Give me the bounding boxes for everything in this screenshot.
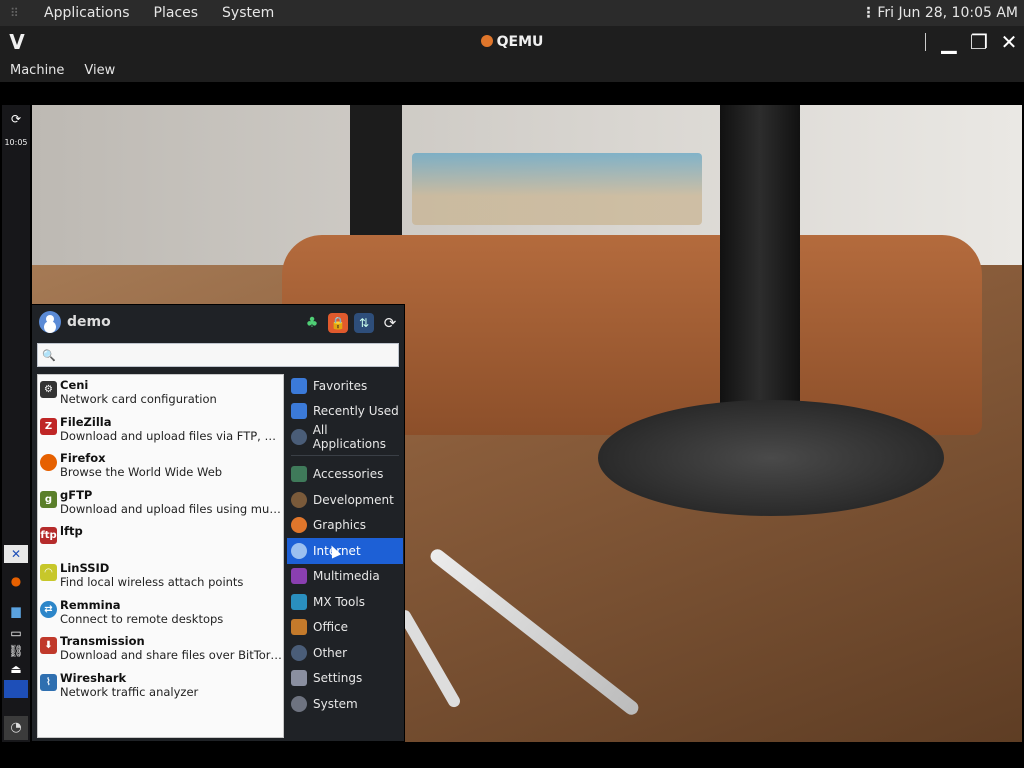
wireshark-icon: ⌇: [40, 673, 57, 691]
guest-side-panel: ⟳ 10:05 ✕ ● ▆ ▭ ⛓ ⏏ ◔: [2, 105, 30, 742]
category-internet[interactable]: Internet: [287, 538, 403, 564]
user-avatar-icon: [39, 311, 61, 333]
lock-screen-icon[interactable]: 🔒: [328, 313, 348, 333]
system-icon: [291, 695, 307, 712]
category-favorites[interactable]: Favorites: [287, 373, 403, 399]
settings-manager-icon[interactable]: ♣: [302, 313, 322, 333]
mx-tools-icon: [291, 593, 307, 610]
whisker-menu: demo ♣ 🔒 ⇅ ⟳ 🔍 ⚙ Ceni Network card confi…: [31, 304, 405, 742]
terminal-launcher-icon[interactable]: ✕: [4, 545, 28, 563]
category-other[interactable]: Other: [287, 640, 403, 666]
lftp-icon: ftp: [40, 527, 57, 545]
other-icon: [291, 644, 307, 661]
remmina-icon: ⇄: [40, 600, 57, 618]
app-item-wireshark[interactable]: ⌇ Wireshark Network traffic analyzer: [38, 668, 283, 705]
category-multimedia[interactable]: Multimedia: [287, 564, 403, 590]
minimize-icon[interactable]: ▁: [934, 27, 964, 57]
accessories-icon: [291, 466, 307, 483]
host-clock[interactable]: Fri Jun 28, 10:05 AM: [877, 5, 1018, 21]
panel-grip-icon: ⠿: [10, 6, 19, 20]
recently-used-icon: [291, 403, 307, 420]
development-icon: [291, 491, 307, 508]
network-tray-icon[interactable]: ⛓: [4, 642, 28, 660]
panel-options-icon[interactable]: ⋮: [861, 5, 875, 21]
filezilla-icon: Z: [40, 417, 57, 435]
switch-user-icon[interactable]: ⇅: [354, 313, 374, 333]
view-menu[interactable]: View: [74, 63, 125, 78]
transmission-icon: ⬇: [40, 637, 57, 655]
office-icon: [291, 619, 307, 636]
window-title: QEMU: [0, 34, 1024, 50]
machine-menu[interactable]: Machine: [0, 63, 74, 78]
all-applications-icon: [291, 428, 307, 445]
vm-display[interactable]: ⟳ 10:05 ✕ ● ▆ ▭ ⛓ ⏏ ◔ demo ♣ 🔒 ⇅ ⟳ 🔍 ⚙ C…: [0, 82, 1024, 768]
guest-clock[interactable]: 10:05: [2, 138, 30, 147]
app-item-ceni[interactable]: ⚙ Ceni Network card configuration: [38, 375, 283, 412]
multimedia-icon: [291, 568, 307, 585]
category-settings[interactable]: Settings: [287, 666, 403, 692]
search-input[interactable]: [58, 345, 388, 365]
app-item-gftp[interactable]: g gFTP Download and upload files using m…: [38, 485, 283, 522]
qemu-icon: [480, 35, 493, 47]
category-development[interactable]: Development: [287, 487, 403, 513]
update-icon[interactable]: ⟳: [4, 110, 28, 128]
maximize-icon[interactable]: ❐: [964, 27, 994, 57]
firefox-launcher-icon[interactable]: ●: [4, 572, 28, 590]
qemu-titlebar: V QEMU ▁ ❐ ✕: [0, 26, 1024, 58]
category-recently-used[interactable]: Recently Used: [287, 399, 403, 425]
application-list: ⚙ Ceni Network card configuration Z File…: [37, 374, 284, 738]
app-item-remmina[interactable]: ⇄ Remmina Connect to remote desktops: [38, 595, 283, 632]
category-system[interactable]: System: [287, 691, 403, 717]
favorites-icon: [291, 377, 307, 394]
system-menu[interactable]: System: [214, 5, 282, 21]
settings-icon: [291, 670, 307, 687]
eject-icon[interactable]: ⏏: [4, 660, 28, 678]
search-icon: 🔍: [42, 348, 56, 362]
close-icon[interactable]: ✕: [994, 27, 1024, 57]
category-accessories[interactable]: Accessories: [287, 462, 403, 488]
app-item-lftp[interactable]: ftp lftp: [38, 521, 283, 558]
category-separator: [291, 454, 399, 456]
username: demo: [67, 314, 111, 330]
app-item-transmission[interactable]: ⬇ Transmission Download and share files …: [38, 631, 283, 668]
network-icon: ⚙: [40, 381, 57, 398]
app-item-filezilla[interactable]: Z FileZilla Download and upload files vi…: [38, 412, 283, 449]
internet-icon: [291, 542, 307, 559]
wifi-icon: ◠: [40, 563, 57, 581]
category-graphics[interactable]: Graphics: [287, 513, 403, 539]
qemu-menubar: Machine View: [0, 58, 1024, 82]
gftp-icon: g: [40, 490, 57, 508]
window-icon[interactable]: ▭: [4, 624, 28, 642]
category-office[interactable]: Office: [287, 615, 403, 641]
app-item-linssid[interactable]: ◠ LinSSID Find local wireless attach poi…: [38, 558, 283, 595]
search-field[interactable]: 🔍: [37, 343, 399, 367]
host-top-panel: ⠿ Applications Places System ⋮ Fri Jun 2…: [0, 0, 1024, 26]
log-out-icon[interactable]: ⟳: [380, 313, 400, 333]
category-mx-tools[interactable]: MX Tools: [287, 589, 403, 615]
applications-menu[interactable]: Applications: [36, 5, 138, 21]
whisker-menu-button[interactable]: ◔: [4, 716, 28, 740]
graphics-icon: [291, 517, 307, 534]
firefox-icon: [40, 454, 57, 472]
category-all-applications[interactable]: All Applications: [287, 423, 403, 451]
app-item-firefox[interactable]: Firefox Browse the World Wide Web: [38, 448, 283, 485]
category-list: Favorites Recently Used All Applications…: [287, 373, 403, 737]
files-launcher-icon[interactable]: ▆: [4, 602, 28, 620]
places-menu[interactable]: Places: [146, 5, 207, 21]
workspace-1[interactable]: [4, 680, 28, 698]
